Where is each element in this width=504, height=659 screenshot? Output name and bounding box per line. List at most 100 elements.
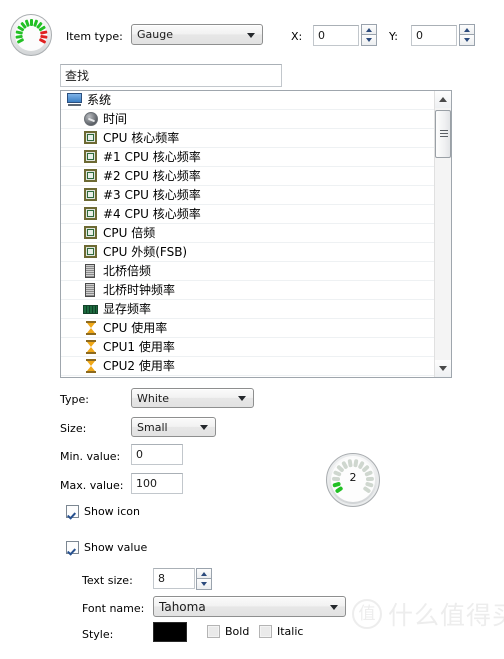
- hourglass-icon: [83, 339, 99, 355]
- text-size-label: Text size:: [82, 574, 133, 587]
- x-label: X:: [291, 30, 303, 43]
- size-label: Size:: [60, 422, 87, 435]
- x-value: 0: [318, 29, 325, 42]
- min-value-label: Min. value:: [60, 450, 121, 463]
- font-name-select[interactable]: Tahoma: [153, 596, 346, 617]
- style-color-swatch[interactable]: [153, 622, 187, 642]
- watermark: 值 什么值得买: [352, 596, 504, 632]
- tree-item[interactable]: #1 CPU 核心频率: [61, 148, 435, 167]
- hourglass-icon: [83, 358, 99, 374]
- sensor-tree-list: 系统 时间 CPU 核心频率 #1 CPU 核心频率 #2 CPU 核心频率 #3 CP…: [61, 91, 435, 376]
- show-value-label: Show value: [84, 541, 148, 554]
- monitor-icon: [67, 92, 83, 108]
- cpu-icon: [83, 206, 99, 222]
- tree-item-label: #3 CPU 核心频率: [103, 188, 201, 202]
- item-type-select[interactable]: Gauge: [131, 24, 263, 45]
- min-value-input[interactable]: 0: [131, 444, 183, 465]
- hourglass-icon: [83, 320, 99, 336]
- tree-item[interactable]: #4 CPU 核心频率: [61, 205, 435, 224]
- y-stepper[interactable]: [459, 24, 475, 46]
- ram-icon: [83, 301, 99, 317]
- tree-item[interactable]: 北桥倍频: [61, 262, 435, 281]
- y-input[interactable]: 0: [411, 25, 457, 46]
- text-size-value: 8: [158, 572, 165, 585]
- text-size-stepper-down[interactable]: [196, 579, 212, 590]
- text-size-stepper-up[interactable]: [196, 568, 212, 579]
- min-value: 0: [136, 448, 143, 461]
- tree-item-label: 北桥倍频: [103, 264, 152, 278]
- tree-item-label: CPU 外频(FSB): [103, 245, 188, 259]
- scroll-up-icon[interactable]: [435, 91, 451, 108]
- x-stepper[interactable]: [361, 24, 377, 46]
- tree-item-label: #4 CPU 核心频率: [103, 207, 201, 221]
- x-stepper-down[interactable]: [361, 35, 377, 46]
- tree-item-label: #2 CPU 核心频率: [103, 169, 201, 183]
- show-value-checkbox-row[interactable]: Show value: [66, 541, 147, 554]
- bold-checkbox-row[interactable]: Bold: [207, 625, 249, 638]
- tree-item[interactable]: #3 CPU 核心频率: [61, 186, 435, 205]
- clock-icon: [83, 111, 99, 127]
- chevron-down-icon: [238, 396, 246, 401]
- gauge-segment: [331, 476, 341, 482]
- tree-item-label: CPU 倍频: [103, 226, 156, 240]
- watermark-logo: 值: [352, 599, 382, 629]
- y-stepper-down[interactable]: [459, 35, 475, 46]
- search-input[interactable]: 查找: [60, 64, 282, 87]
- scroll-down-icon[interactable]: [435, 360, 451, 377]
- tree-item[interactable]: CPU1 使用率: [61, 338, 435, 357]
- tree-item[interactable]: CPU 使用率: [61, 319, 435, 338]
- text-size-stepper[interactable]: [196, 568, 212, 590]
- tree-item[interactable]: CPU 核心频率: [61, 129, 435, 148]
- gauge-app-icon: [10, 14, 52, 56]
- tree-root-row[interactable]: 系统: [61, 91, 435, 110]
- max-value-input[interactable]: 100: [131, 473, 183, 494]
- tree-scrollbar[interactable]: [434, 91, 451, 377]
- show-icon-checkbox-row[interactable]: Show icon: [66, 505, 140, 518]
- italic-checkbox[interactable]: [259, 625, 272, 638]
- y-label: Y:: [389, 30, 398, 43]
- tree-item-label: CPU2 使用率: [103, 359, 175, 373]
- text-size-input[interactable]: 8: [153, 568, 195, 589]
- gauge-preview: 2: [326, 453, 380, 507]
- tree-item-label: 显存频率: [103, 302, 152, 316]
- cpu-icon: [83, 149, 99, 165]
- tree-item[interactable]: CPU 倍频: [61, 224, 435, 243]
- bold-checkbox[interactable]: [207, 625, 220, 638]
- x-input[interactable]: 0: [313, 25, 359, 46]
- type-select[interactable]: White: [131, 388, 254, 408]
- font-name-label: Font name:: [82, 602, 145, 615]
- style-label: Style:: [82, 628, 114, 641]
- scrollbar-thumb[interactable]: [435, 110, 451, 158]
- show-value-checkbox[interactable]: [66, 541, 79, 554]
- search-value: 查找: [65, 69, 90, 83]
- type-value: White: [137, 391, 169, 405]
- tree-item[interactable]: #2 CPU 核心频率: [61, 167, 435, 186]
- x-stepper-up[interactable]: [361, 24, 377, 35]
- italic-checkbox-row[interactable]: Italic: [259, 625, 303, 638]
- gauge-segment: [29, 19, 33, 26]
- chip-icon: [83, 282, 99, 298]
- tree-item-label: 时间: [103, 112, 128, 126]
- show-icon-label: Show icon: [84, 505, 140, 518]
- tree-item[interactable]: CPU2 使用率: [61, 357, 435, 376]
- tree-item-label: CPU1 使用率: [103, 340, 175, 354]
- show-icon-checkbox[interactable]: [66, 505, 79, 518]
- chip-icon: [83, 263, 99, 279]
- cpu-icon: [83, 225, 99, 241]
- tree-item[interactable]: 北桥时钟频率: [61, 281, 435, 300]
- size-select[interactable]: Small: [131, 417, 216, 437]
- tree-item[interactable]: CPU 外频(FSB): [61, 243, 435, 262]
- y-stepper-up[interactable]: [459, 24, 475, 35]
- cpu-icon: [83, 244, 99, 260]
- type-label: Type:: [60, 393, 89, 406]
- tree-item-label: CPU 核心频率: [103, 131, 180, 145]
- cpu-icon: [83, 130, 99, 146]
- tree-item[interactable]: 显存频率: [61, 300, 435, 319]
- font-name-value: Tahoma: [159, 599, 206, 614]
- tree-item[interactable]: 时间: [61, 110, 435, 129]
- chevron-down-icon: [330, 604, 338, 610]
- item-type-value: Gauge: [137, 28, 173, 41]
- sensor-tree[interactable]: 系统 时间 CPU 核心频率 #1 CPU 核心频率 #2 CPU 核心频率 #3 CP…: [60, 90, 452, 378]
- size-value: Small: [137, 420, 168, 434]
- watermark-text: 什么值得买: [388, 601, 504, 630]
